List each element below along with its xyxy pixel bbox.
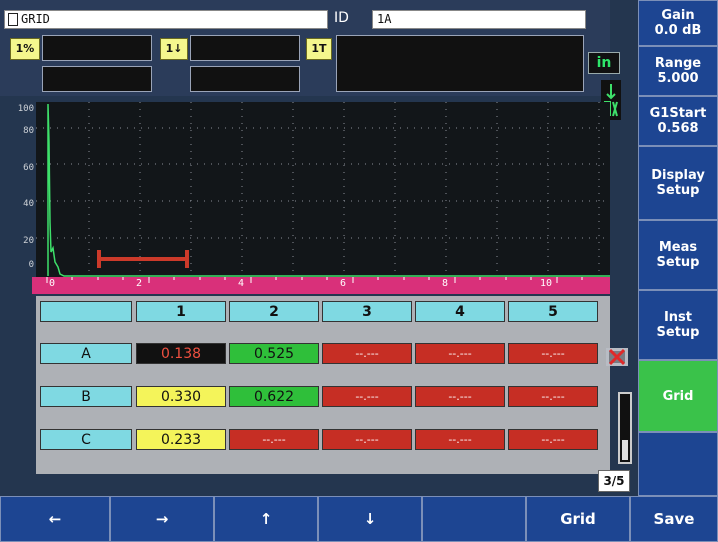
- battery-level: [622, 440, 628, 460]
- range-button[interactable]: Range 5.000: [638, 46, 718, 96]
- inst-setup-line1: Inst: [663, 310, 693, 325]
- unit-indicator: in: [588, 52, 620, 74]
- grid-column-header[interactable]: 5: [508, 301, 598, 322]
- file-icon: [8, 13, 18, 26]
- y-tick-label: 40: [23, 199, 34, 209]
- grid-column-header[interactable]: 2: [229, 301, 319, 322]
- grid-cell[interactable]: --.---: [229, 429, 319, 450]
- status-header: GRID ID 1A 1% 1↓ 1T: [0, 0, 610, 96]
- reading-tag-3: 1T: [306, 38, 332, 60]
- grid-row-label[interactable]: C: [40, 429, 132, 450]
- x-tick-label: 6: [340, 278, 347, 289]
- grid-cell[interactable]: --.---: [415, 343, 505, 364]
- inst-setup-button[interactable]: Inst Setup: [638, 290, 718, 360]
- grid-column-header[interactable]: 1: [136, 301, 226, 322]
- reading-box-2: [42, 66, 152, 92]
- gain-button[interactable]: Gain 0.0 dB: [638, 0, 718, 46]
- a-scan-grid: [36, 102, 610, 277]
- grid-column-header[interactable]: 3: [322, 301, 412, 322]
- right-arrow-button[interactable]: →: [110, 496, 214, 542]
- reading-tag-1: 1%: [10, 38, 40, 60]
- y-tick-label: 80: [23, 126, 34, 136]
- x-axis-ruler: 0 2 4 6 8 10: [32, 277, 610, 294]
- gate-end-marker[interactable]: [185, 250, 189, 268]
- grid-cell[interactable]: 0.525: [229, 343, 319, 364]
- x-tick-label: 4: [238, 278, 245, 289]
- page-indicator: 3/5: [598, 470, 630, 492]
- reading-tag-2: 1↓: [160, 38, 188, 60]
- empty-menu-button[interactable]: [638, 432, 718, 496]
- up-arrow-button[interactable]: ↑: [214, 496, 318, 542]
- bottom-toolbar: ← → ↑ ↓ Grid Save: [0, 496, 718, 542]
- y-tick-label: 60: [23, 163, 34, 173]
- grid-cell[interactable]: --.---: [415, 429, 505, 450]
- thickness-grid: 1 2 3 4 5 A 0.138 0.525 --.--- --.--- --…: [36, 296, 610, 474]
- reading-box-large: [336, 35, 584, 92]
- g1start-label: G1Start: [649, 106, 707, 121]
- grid-row-label[interactable]: B: [40, 386, 132, 407]
- g1start-value: 0.568: [657, 121, 699, 136]
- reading-box-3: [190, 35, 300, 61]
- display-setup-button[interactable]: Display Setup: [638, 146, 718, 220]
- grid-cell[interactable]: 0.233: [136, 429, 226, 450]
- left-arrow-button[interactable]: ←: [0, 496, 110, 542]
- gate-1-bar[interactable]: [97, 257, 189, 261]
- grid-column-header[interactable]: 4: [415, 301, 505, 322]
- y-tick-label: 100: [17, 104, 34, 114]
- x-tick-label: 8: [442, 278, 449, 289]
- battery-icon: [618, 392, 632, 464]
- grid-cell[interactable]: 0.330: [136, 386, 226, 407]
- x-tick-label: 2: [136, 278, 143, 289]
- g1start-button[interactable]: G1Start 0.568: [638, 96, 718, 146]
- empty-bottom-button[interactable]: [422, 496, 526, 542]
- y-tick-label: 0: [28, 260, 34, 270]
- grid-cell[interactable]: --.---: [322, 343, 412, 364]
- range-value: 5.000: [657, 71, 699, 86]
- instrument-screen: GRID ID 1A 1% 1↓ 1T in 100 80 60 40 20 0: [0, 0, 718, 542]
- reading-box-4: [190, 66, 300, 92]
- range-label: Range: [654, 56, 702, 71]
- ruler-ticks: [46, 277, 583, 283]
- grid-cell[interactable]: 0.622: [229, 386, 319, 407]
- meas-setup-button[interactable]: Meas Setup: [638, 220, 718, 290]
- grid-cell[interactable]: 0.138: [136, 343, 226, 364]
- a-scan-waveform: [47, 103, 610, 277]
- grid-menu-label: Grid: [662, 388, 694, 404]
- a-scan-display[interactable]: [36, 102, 610, 277]
- grid-row-label[interactable]: A: [40, 343, 132, 364]
- id-label: ID: [334, 10, 349, 26]
- reading-box-1: [42, 35, 152, 61]
- gain-value: 0.0 dB: [654, 23, 702, 38]
- file-name: GRID: [21, 12, 50, 26]
- inst-setup-line2: Setup: [656, 325, 700, 340]
- down-arrow-button[interactable]: ↓: [318, 496, 422, 542]
- id-value: 1A: [377, 12, 392, 26]
- id-field[interactable]: 1A: [372, 10, 586, 29]
- grid-cell[interactable]: --.---: [322, 429, 412, 450]
- grid-button[interactable]: Grid: [526, 496, 630, 542]
- grid-cell[interactable]: --.---: [508, 343, 598, 364]
- file-name-field[interactable]: GRID: [4, 10, 328, 29]
- display-setup-line2: Setup: [656, 183, 700, 198]
- y-tick-label: 20: [23, 236, 34, 246]
- grid-menu-button[interactable]: Grid: [638, 360, 718, 432]
- grid-cell[interactable]: --.---: [415, 386, 505, 407]
- gain-label: Gain: [661, 8, 695, 23]
- grid-cell[interactable]: --.---: [322, 386, 412, 407]
- meas-setup-line2: Setup: [656, 255, 700, 270]
- meas-setup-line1: Meas: [658, 240, 698, 255]
- grid-cell[interactable]: --.---: [508, 386, 598, 407]
- x-tick-label: 10: [540, 278, 553, 289]
- right-menu: Gain 0.0 dB Range 5.000 G1Start 0.568 Di…: [638, 0, 718, 496]
- grid-corner-cell: [40, 301, 132, 322]
- alarm-off-icon: [606, 348, 628, 366]
- save-button[interactable]: Save: [630, 496, 718, 542]
- display-setup-line1: Display: [651, 168, 705, 183]
- grid-cell[interactable]: --.---: [508, 429, 598, 450]
- x-tick-label: 0: [49, 278, 56, 289]
